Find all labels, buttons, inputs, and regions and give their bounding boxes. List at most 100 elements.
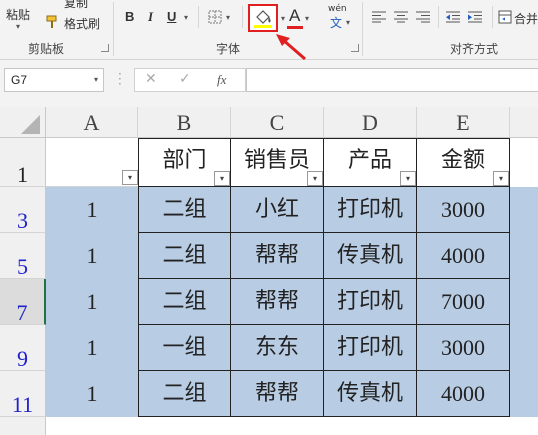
divider: [492, 6, 493, 28]
name-box-value: G7: [11, 73, 28, 87]
cell-a[interactable]: 1: [46, 325, 138, 371]
cell-dept[interactable]: 二组: [138, 233, 231, 279]
row-header-3[interactable]: 3: [0, 187, 46, 233]
merge-center-button[interactable]: 合并: [498, 8, 538, 26]
filter-dropdown-icon[interactable]: ▾: [214, 171, 230, 186]
cell-dept[interactable]: 二组: [138, 371, 231, 417]
chevron-down-icon: ▾: [184, 13, 189, 22]
row-header-5[interactable]: 5: [0, 233, 46, 279]
row-header-11[interactable]: 11: [0, 371, 46, 417]
bold-button[interactable]: B: [122, 6, 140, 28]
cell-salesperson[interactable]: 帮帮: [231, 371, 324, 417]
decrease-indent-button[interactable]: [444, 10, 462, 24]
cell-c1[interactable]: 销售员 ▾: [231, 138, 324, 187]
underline-label: U: [167, 9, 177, 24]
cell-product[interactable]: 打印机: [324, 325, 417, 371]
row-header-next[interactable]: [0, 417, 46, 435]
bold-label: B: [125, 9, 135, 24]
italic-label: I: [148, 9, 154, 24]
filter-dropdown-icon[interactable]: ▾: [400, 171, 416, 186]
column-header-c[interactable]: C: [231, 107, 324, 138]
row-header-label: 9: [17, 346, 28, 371]
header-product: 产品: [347, 148, 392, 173]
format-painter-label: 格式刷: [64, 17, 101, 31]
cell-dept[interactable]: 一组: [138, 325, 231, 371]
cell-amount[interactable]: 3000: [417, 325, 510, 371]
select-all-button[interactable]: [0, 107, 46, 138]
fill-color-button[interactable]: [248, 4, 278, 32]
column-header-a[interactable]: A: [46, 107, 138, 138]
column-header-b[interactable]: B: [138, 107, 231, 138]
filter-dropdown-icon[interactable]: ▾: [493, 171, 509, 186]
cell-a[interactable]: 1: [46, 187, 138, 233]
font-group-label: 字体: [216, 42, 241, 56]
column-header-e[interactable]: E: [417, 107, 510, 138]
cell-d1[interactable]: 产品 ▾: [324, 138, 417, 187]
phonetic-char: 文: [330, 16, 343, 30]
cell-a[interactable]: 1: [46, 233, 138, 279]
increase-indent-icon: [468, 11, 482, 23]
select-all-icon: [21, 115, 40, 134]
cell-amount[interactable]: 4000: [417, 371, 510, 417]
enter-icon[interactable]: ✓: [179, 71, 191, 87]
chevron-down-icon: ▾: [305, 14, 310, 23]
align-right-button[interactable]: [414, 10, 432, 24]
font-launcher-icon[interactable]: [351, 44, 359, 52]
cell-b1[interactable]: 部门 ▾: [138, 138, 231, 187]
cell-amount[interactable]: 3000: [417, 187, 510, 233]
row-header-label: 7: [16, 300, 28, 325]
column-header-d[interactable]: D: [324, 107, 417, 138]
insert-function-button[interactable]: fx: [217, 72, 226, 88]
borders-button[interactable]: ▾: [206, 8, 238, 28]
cell-salesperson[interactable]: 帮帮: [231, 233, 324, 279]
worksheet-grid: A B C D E 1 ▾ 部门 ▾ 销售员 ▾ 产品 ▾ 金额 ▾ 3 1 二…: [0, 107, 538, 435]
cell-dept[interactable]: 二组: [138, 279, 231, 325]
header-salesperson: 销售员: [243, 148, 310, 173]
cell-amount[interactable]: 4000: [417, 233, 510, 279]
row-header-1[interactable]: 1: [0, 138, 46, 187]
format-painter-button[interactable]: 格式刷: [46, 14, 106, 32]
cell-salesperson[interactable]: 帮帮: [231, 279, 324, 325]
font-color-label: A: [289, 6, 301, 25]
filter-active-icon[interactable]: ▾: [122, 170, 138, 185]
cell-a1[interactable]: ▾: [46, 138, 138, 187]
italic-button[interactable]: I: [144, 6, 160, 28]
chevron-down-icon: ▾: [93, 75, 98, 84]
cell-product[interactable]: 打印机: [324, 187, 417, 233]
increase-indent-button[interactable]: [466, 10, 484, 24]
formula-input[interactable]: [246, 68, 538, 92]
cell-salesperson[interactable]: 小红: [231, 187, 324, 233]
font-color-button[interactable]: A ▾: [285, 6, 313, 30]
alignment-group-label: 对齐方式: [450, 42, 499, 56]
phonetic-button[interactable]: wén 文 ▾: [324, 2, 358, 32]
column-header-f[interactable]: [510, 107, 538, 138]
paste-button[interactable]: 粘贴 ▾: [0, 0, 44, 38]
clipboard-group-label: 剪贴板: [28, 42, 65, 56]
row-header-label: 11: [11, 392, 34, 417]
cell-product[interactable]: 传真机: [324, 371, 417, 417]
align-center-button[interactable]: [392, 10, 410, 24]
cell-product[interactable]: 传真机: [324, 233, 417, 279]
cell-a[interactable]: 1: [46, 371, 138, 417]
cell-dept[interactable]: 二组: [138, 187, 231, 233]
chevron-down-icon: ▾: [16, 22, 21, 31]
clipboard-launcher-icon[interactable]: [101, 44, 109, 52]
row-header-7[interactable]: 7: [0, 279, 46, 325]
group-divider: [113, 2, 114, 56]
cell-amount[interactable]: 7000: [417, 279, 510, 325]
copy-button[interactable]: 复制: [46, 0, 106, 10]
align-left-button[interactable]: [370, 10, 388, 24]
cell-a[interactable]: 1: [46, 279, 138, 325]
cell-product[interactable]: 打印机: [324, 279, 417, 325]
cell-e1[interactable]: 金额 ▾: [417, 138, 510, 187]
cancel-icon[interactable]: ✕: [145, 71, 157, 87]
row-header-9[interactable]: 9: [0, 325, 46, 371]
filter-dropdown-icon[interactable]: ▾: [307, 171, 323, 186]
header-dept: 部门: [162, 148, 207, 173]
format-painter-icon: [46, 15, 57, 28]
underline-button[interactable]: U ▾: [164, 6, 192, 28]
name-box[interactable]: G7 ▾: [4, 68, 104, 92]
vertical-dots-icon: · · ·: [118, 67, 122, 91]
chevron-down-icon: ▾: [226, 13, 231, 22]
cell-salesperson[interactable]: 东东: [231, 325, 324, 371]
